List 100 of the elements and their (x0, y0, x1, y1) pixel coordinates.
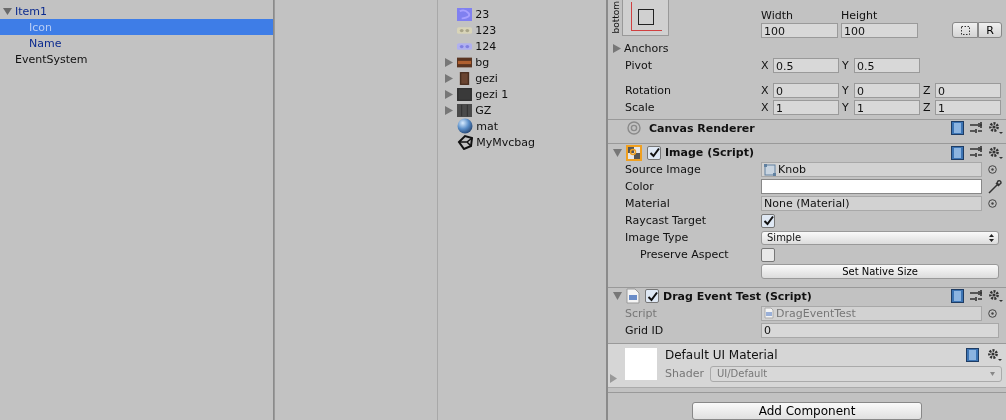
axis-label: Y (842, 100, 850, 114)
collapsed-arrow-icon (613, 43, 621, 53)
number-field[interactable]: 1 (854, 99, 920, 115)
texture-thumbnail-icon (457, 103, 473, 117)
add-component-button[interactable]: Add Component (692, 402, 922, 420)
anchors-foldout[interactable]: Anchors (608, 39, 1006, 57)
dropdown[interactable]: Simple (761, 230, 999, 245)
dashed-square-icon (960, 25, 970, 35)
checkbox[interactable] (761, 247, 775, 262)
axis-label: X (761, 83, 770, 97)
help-book-icon[interactable] (951, 145, 964, 160)
asset-item[interactable]: 123 (438, 22, 606, 38)
property-label: Source Image (624, 163, 702, 177)
item-label: Name (29, 36, 62, 50)
number-field[interactable]: 100 (761, 23, 838, 38)
asset-name: 124 (475, 39, 497, 53)
asset-item[interactable]: 23 (438, 6, 606, 22)
number-field[interactable]: 0 (935, 82, 1001, 98)
asset-name: mat (476, 119, 499, 133)
object-picker-icon[interactable] (988, 308, 997, 318)
hierarchy-item[interactable]: Name (0, 35, 273, 51)
sliders-icon[interactable] (969, 146, 983, 160)
eyedropper-icon[interactable] (988, 179, 1002, 194)
help-book-icon[interactable] (951, 121, 964, 136)
property-label: Script (624, 306, 658, 320)
object-field[interactable]: None (Material) (761, 196, 982, 212)
property-label: Rotation (624, 83, 672, 97)
material-name: Default UI Material (665, 347, 778, 362)
object-picker-icon[interactable] (988, 199, 997, 209)
shader-label: Shader (665, 367, 704, 381)
caret-icon (990, 371, 995, 376)
asset-item[interactable]: gezi 1 (438, 86, 606, 102)
number-field[interactable]: 0.5 (773, 57, 839, 73)
settings-icon[interactable] (988, 145, 1003, 160)
expanded-arrow-icon[interactable] (3, 6, 12, 16)
checkmark-icon (646, 290, 658, 302)
settings-icon[interactable] (987, 347, 1002, 362)
asset-item[interactable]: GZ (438, 102, 606, 118)
cube-logo-icon (457, 134, 474, 150)
script-file-icon (764, 307, 774, 320)
asset-name: 123 (475, 23, 497, 37)
checkbox[interactable] (761, 213, 775, 228)
material-preview (625, 347, 657, 380)
color-field[interactable] (761, 179, 982, 195)
enabled-checkbox[interactable] (647, 145, 661, 160)
number-field[interactable]: 0.5 (854, 57, 920, 73)
component-header[interactable]: Drag Event Test (Script) (608, 286, 1006, 305)
number-field[interactable]: 1 (773, 99, 839, 115)
blueprint-mode-button[interactable] (952, 22, 978, 38)
component-title: Canvas Renderer (649, 121, 755, 135)
set-native-size-button[interactable]: Set Native Size (761, 264, 999, 280)
asset-item[interactable]: 124 (438, 38, 606, 54)
axis-label: Y (842, 83, 850, 97)
texture-thumbnail-icon (457, 55, 473, 69)
anchor-preset-button[interactable] (622, 0, 669, 36)
asset-item[interactable]: mat (438, 118, 606, 134)
axis-label: X (761, 100, 770, 114)
asset-item[interactable]: gezi (438, 70, 606, 86)
sphere-icon (457, 118, 474, 134)
property-label: Pivot (624, 58, 653, 72)
sliders-icon[interactable] (969, 289, 983, 303)
raw-edit-button[interactable]: R (978, 22, 1002, 38)
asset-item[interactable]: bg (438, 54, 606, 70)
component-header[interactable]: Canvas Renderer (608, 118, 1006, 137)
number-field[interactable]: 100 (841, 23, 918, 38)
axis-label: X (761, 58, 770, 72)
number-field[interactable]: 0 (854, 82, 920, 98)
field-label: Width (761, 9, 794, 22)
axis-label: Z (923, 100, 932, 114)
sprite-icon (764, 163, 776, 176)
item-label: Item1 (15, 4, 48, 18)
asset-name: GZ (475, 103, 492, 117)
asset-name: gezi (475, 71, 498, 85)
number-field[interactable]: 1 (935, 99, 1001, 115)
component-header[interactable]: Image (Script) (608, 143, 1006, 162)
asset-name: 23 (475, 7, 490, 21)
text-field[interactable]: 0 (761, 322, 999, 338)
item-label: Icon (29, 20, 52, 34)
property-label: Material (624, 197, 671, 211)
axis-label: Z (923, 83, 932, 97)
texture-thumbnail-icon (457, 7, 473, 21)
hierarchy-item[interactable]: EventSystem (0, 51, 273, 67)
enabled-checkbox[interactable] (645, 289, 659, 304)
asset-item[interactable]: MyMvcbag (438, 134, 606, 150)
number-field[interactable]: 0 (773, 82, 839, 98)
expanded-arrow-icon[interactable] (613, 292, 622, 301)
expanded-arrow-icon[interactable] (613, 148, 622, 157)
object-field[interactable]: Knob (761, 162, 982, 178)
hierarchy-item[interactable]: Item1 (0, 3, 273, 19)
help-book-icon[interactable] (966, 347, 979, 362)
object-picker-icon[interactable] (988, 165, 997, 175)
item-label: EventSystem (15, 52, 88, 66)
settings-icon[interactable] (988, 289, 1003, 304)
sliders-icon[interactable] (969, 121, 983, 135)
help-book-icon[interactable] (951, 289, 964, 304)
asset-name: bg (475, 55, 490, 69)
property-label: Scale (624, 100, 656, 114)
settings-icon[interactable] (988, 121, 1003, 136)
field-label: Height (841, 9, 879, 22)
property-label: Raycast Target (624, 214, 707, 228)
